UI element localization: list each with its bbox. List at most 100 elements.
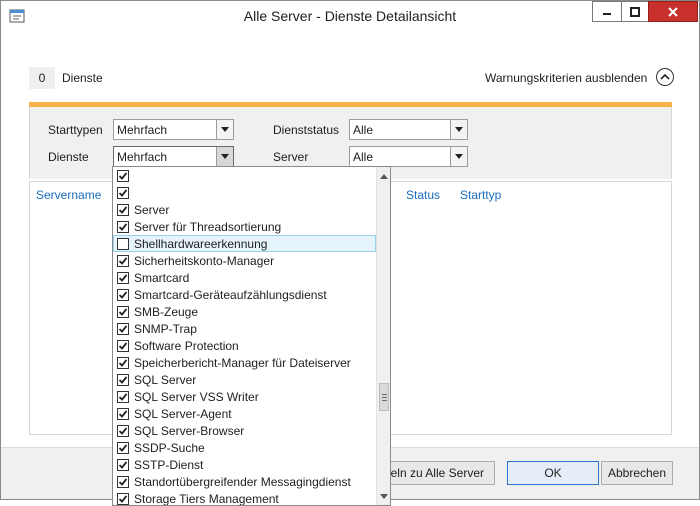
- checkmark-icon: [118, 172, 128, 180]
- checkbox[interactable]: [117, 425, 129, 437]
- close-icon: [668, 6, 678, 17]
- services-label: Dienste: [62, 71, 103, 85]
- checkmark-icon: [118, 206, 128, 214]
- dropdown-item[interactable]: SQL Server-Browser: [113, 422, 376, 439]
- dropdown-item[interactable]: SMB-Zeuge: [113, 303, 376, 320]
- checkmark-icon: [118, 342, 128, 350]
- dropdown-item[interactable]: Speicherbericht-Manager für Dateiserver: [113, 354, 376, 371]
- chevron-up-icon: [380, 173, 388, 179]
- column-header-status[interactable]: Status: [406, 188, 440, 202]
- checkmark-icon: [118, 461, 128, 469]
- dropdown-item[interactable]: SNMP-Trap: [113, 320, 376, 337]
- dropdown-item-label: SQL Server: [134, 373, 197, 387]
- dienststatus-combo[interactable]: Alle: [349, 119, 468, 140]
- column-header-servername[interactable]: Servername: [36, 188, 101, 202]
- dropdown-item-label: Smartcard-Geräteaufzählungsdienst: [134, 288, 327, 302]
- service-count-badge: 0: [29, 67, 55, 89]
- dienste-dropdown-list[interactable]: Server Server für Threadsortierung Shellha…: [112, 166, 391, 506]
- checkbox[interactable]: [117, 323, 129, 335]
- dropdown-item-label: Standortübergreifender Messagingdienst: [134, 475, 351, 489]
- dropdown-item[interactable]: SSDP-Suche: [113, 439, 376, 456]
- checkbox[interactable]: [117, 170, 129, 182]
- ok-button[interactable]: OK: [507, 461, 599, 485]
- dropdown-item[interactable]: [113, 184, 376, 201]
- dropdown-item[interactable]: Storage Tiers Management: [113, 490, 376, 506]
- dropdown-item[interactable]: Sicherheitskonto-Manager: [113, 252, 376, 269]
- dropdown-item-label: Speicherbericht-Manager für Dateiserver: [134, 356, 351, 370]
- scroll-thumb[interactable]: [379, 383, 389, 411]
- dropdown-item[interactable]: Software Protection: [113, 337, 376, 354]
- dropdown-item-label: Smartcard: [134, 271, 190, 285]
- dropdown-item[interactable]: [113, 167, 376, 184]
- dropdown-item[interactable]: SQL Server-Agent: [113, 405, 376, 422]
- close-button[interactable]: [648, 1, 698, 22]
- chevron-down-icon[interactable]: [450, 147, 467, 166]
- checkbox[interactable]: [117, 272, 129, 284]
- toggle-warnings-link[interactable]: Warnungskriterien ausblenden: [485, 71, 647, 85]
- minimize-button[interactable]: [592, 1, 622, 22]
- checkbox[interactable]: [117, 391, 129, 403]
- checkmark-icon: [118, 257, 128, 265]
- dropdown-item[interactable]: SQL Server VSS Writer: [113, 388, 376, 405]
- checkbox[interactable]: [117, 442, 129, 454]
- dropdown-item[interactable]: Server: [113, 201, 376, 218]
- chevron-down-icon[interactable]: [216, 147, 233, 166]
- checkbox[interactable]: [117, 255, 129, 267]
- server-value: Alle: [353, 150, 374, 164]
- scroll-down-button[interactable]: [377, 489, 390, 503]
- dropdown-item-label: Storage Tiers Management: [134, 492, 279, 506]
- dropdown-items: Server Server für Threadsortierung Shellha…: [113, 167, 376, 506]
- server-combo[interactable]: Alle: [349, 146, 468, 167]
- dropdown-item[interactable]: SSTP-Dienst: [113, 456, 376, 473]
- checkbox[interactable]: [117, 459, 129, 471]
- starttypen-combo[interactable]: Mehrfach: [113, 119, 234, 140]
- checkbox[interactable]: [117, 357, 129, 369]
- dropdown-item-label: SMB-Zeuge: [134, 305, 199, 319]
- checkmark-icon: [118, 376, 128, 384]
- dropdown-item-label: SQL Server-Agent: [134, 407, 232, 421]
- starttypen-label: Starttypen: [48, 123, 103, 137]
- dienststatus-value: Alle: [353, 123, 374, 137]
- chevron-down-icon[interactable]: [450, 120, 467, 139]
- dienste-combo[interactable]: Mehrfach: [113, 146, 234, 167]
- checkbox[interactable]: [117, 408, 129, 420]
- dropdown-item[interactable]: Shellhardwareerkennung: [113, 235, 376, 252]
- checkbox[interactable]: [117, 204, 129, 216]
- checkbox[interactable]: [117, 493, 129, 505]
- checkbox[interactable]: [117, 187, 129, 199]
- maximize-icon: [630, 6, 640, 17]
- title-bar: Alle Server - Dienste Detailansicht: [1, 1, 699, 31]
- checkbox[interactable]: [117, 289, 129, 301]
- checkbox[interactable]: [117, 340, 129, 352]
- column-header-starttyp[interactable]: Starttyp: [460, 188, 501, 202]
- dropdown-item[interactable]: Server für Threadsortierung: [113, 218, 376, 235]
- dropdown-item-label: SNMP-Trap: [134, 322, 197, 336]
- chevron-down-icon[interactable]: [216, 120, 233, 139]
- checkbox[interactable]: [117, 238, 129, 250]
- dropdown-scrollbar[interactable]: [376, 167, 390, 505]
- checkmark-icon: [118, 444, 128, 452]
- dropdown-item[interactable]: Smartcard-Geräteaufzählungsdienst: [113, 286, 376, 303]
- checkbox[interactable]: [117, 306, 129, 318]
- cancel-button[interactable]: Abbrechen: [601, 461, 673, 485]
- dropdown-item[interactable]: SQL Server: [113, 371, 376, 388]
- checkmark-icon: [118, 478, 128, 486]
- dropdown-item-label: SSDP-Suche: [134, 441, 205, 455]
- dropdown-item[interactable]: Standortübergreifender Messagingdienst: [113, 473, 376, 490]
- chevron-up-icon: [660, 73, 670, 80]
- dropdown-item[interactable]: Smartcard: [113, 269, 376, 286]
- maximize-button[interactable]: [621, 1, 649, 22]
- dropdown-item-label: SSTP-Dienst: [134, 458, 204, 472]
- dienststatus-label: Dienststatus: [273, 123, 340, 137]
- chevron-down-icon: [380, 493, 388, 499]
- dialog-window: Alle Server - Dienste Detailansicht 0 Di…: [0, 0, 700, 506]
- checkmark-icon: [118, 274, 128, 282]
- checkmark-icon: [118, 427, 128, 435]
- dropdown-item-label: SQL Server-Browser: [134, 424, 245, 438]
- scroll-up-button[interactable]: [377, 169, 390, 183]
- checkbox[interactable]: [117, 221, 129, 233]
- checkbox[interactable]: [117, 374, 129, 386]
- dienste-label: Dienste: [48, 150, 89, 164]
- checkbox[interactable]: [117, 476, 129, 488]
- collapse-button[interactable]: [656, 68, 674, 86]
